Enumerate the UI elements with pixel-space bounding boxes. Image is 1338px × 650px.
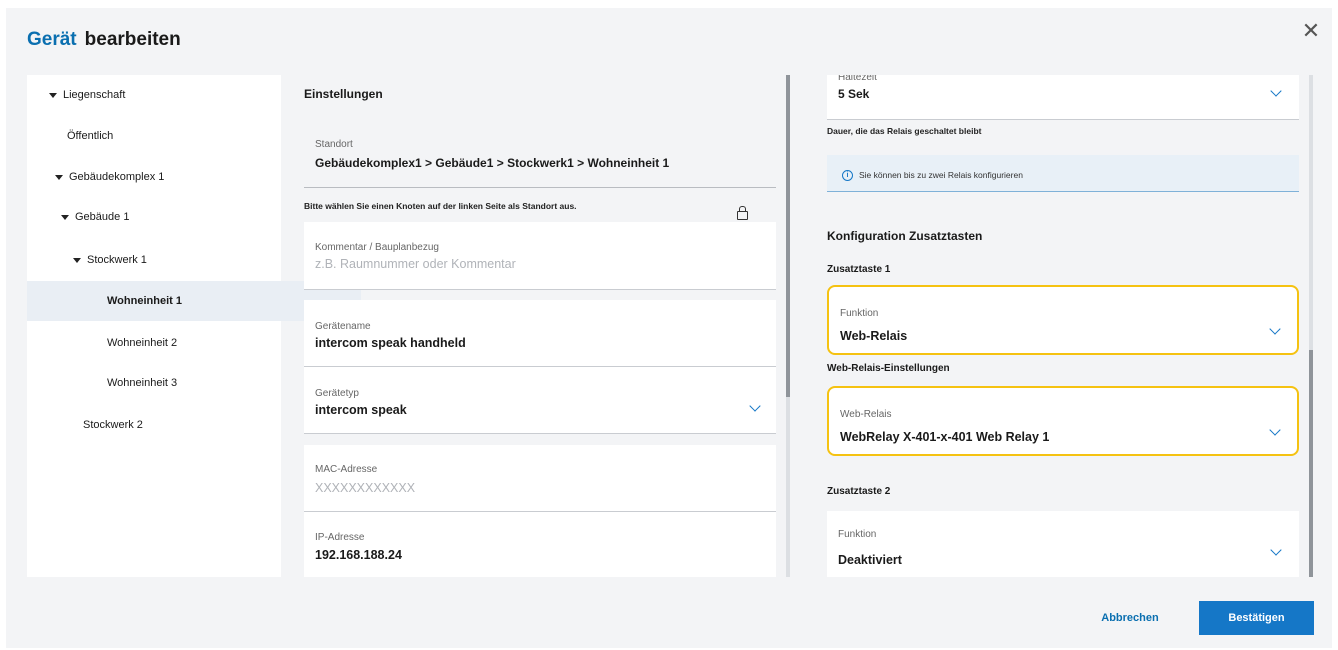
tree-item-gebaeude-1[interactable]: Gebäude 1: [27, 197, 315, 237]
caret-down-icon: [49, 92, 57, 98]
kommentar-field[interactable]: Kommentar / Bauplanbezug z.B. Raumnummer…: [304, 222, 776, 290]
chevron-down-icon: [1270, 85, 1282, 97]
mac-address-field[interactable]: MAC-Adresse XXXXXXXXXXXX: [304, 445, 776, 512]
scrollbar-thumb[interactable]: [1309, 350, 1313, 577]
settings-scrollbar[interactable]: [786, 75, 790, 577]
relay-scrollbar[interactable]: [1309, 75, 1313, 577]
caret-down-icon: [61, 214, 69, 220]
chevron-down-icon: [1269, 323, 1281, 335]
geraetename-field[interactable]: Gerätename intercom speak handheld: [304, 300, 776, 367]
standort-field: Standort Gebäudekomplex1 > Gebäude1 > St…: [304, 125, 776, 220]
dialog-title: Gerät bearbeiten: [27, 29, 181, 51]
zusatztaste-1-heading: Zusatztaste 1: [827, 264, 891, 275]
haltezeit-select[interactable]: Haltezeit 5 Sek: [827, 75, 1299, 120]
funktion-1-select[interactable]: Funktion Web-Relais: [827, 285, 1299, 355]
tree-item-oeffentlich[interactable]: Öffentlich: [27, 116, 321, 156]
confirm-button[interactable]: Bestätigen: [1199, 601, 1314, 635]
zusatztasten-heading: Konfiguration Zusatztasten: [827, 229, 983, 243]
chevron-down-icon: [1270, 544, 1282, 556]
caret-down-icon: [55, 174, 63, 180]
title-part1: Gerät: [27, 29, 77, 50]
webrelais-select[interactable]: Web-Relais WebRelay X-401-x-401 Web Rela…: [827, 386, 1299, 456]
webrelais-settings-heading: Web-Relais-Einstellungen: [827, 363, 950, 374]
cancel-button[interactable]: Abbrechen: [1090, 602, 1170, 634]
info-icon: i: [842, 170, 853, 181]
title-part2: bearbeiten: [84, 29, 181, 50]
info-banner: i Sie können bis zu zwei Relais konfigur…: [827, 155, 1299, 192]
location-tree: Liegenschaft Öffentlich Gebäudekomplex 1…: [27, 75, 361, 577]
relay-panel: Haltezeit 5 Sek Dauer, die das Relais ge…: [817, 75, 1301, 577]
settings-heading: Einstellungen: [304, 87, 383, 101]
close-icon[interactable]: ✕: [1298, 18, 1324, 44]
funktion-2-select[interactable]: Funktion Deaktiviert: [827, 511, 1299, 577]
zusatztaste-2-heading: Zusatztaste 2: [827, 486, 891, 497]
settings-panel: Einstellungen Standort Gebäudekomplex1 >…: [304, 75, 776, 577]
geraetetyp-select[interactable]: Gerätetyp intercom speak: [304, 367, 776, 434]
haltezeit-hint: Dauer, die das Relais geschaltet bleibt: [827, 126, 982, 136]
chevron-down-icon: [1269, 424, 1281, 436]
tree-item-stockwerk-1[interactable]: Stockwerk 1: [27, 240, 327, 280]
caret-down-icon: [73, 257, 81, 263]
tree-item-liegenschaft[interactable]: Liegenschaft: [27, 75, 303, 115]
tree-item-gebaeudekomplex-1[interactable]: Gebäudekomplex 1: [27, 157, 309, 197]
tree-item-stockwerk-2[interactable]: Stockwerk 2: [27, 405, 337, 445]
scrollbar-thumb[interactable]: [786, 75, 790, 397]
lock-icon: [737, 206, 748, 220]
ip-address-field[interactable]: IP-Adresse 192.168.188.24: [304, 512, 776, 577]
standort-hint: Bitte wählen Sie einen Knoten auf der li…: [304, 201, 577, 211]
chevron-down-icon: [749, 400, 761, 412]
